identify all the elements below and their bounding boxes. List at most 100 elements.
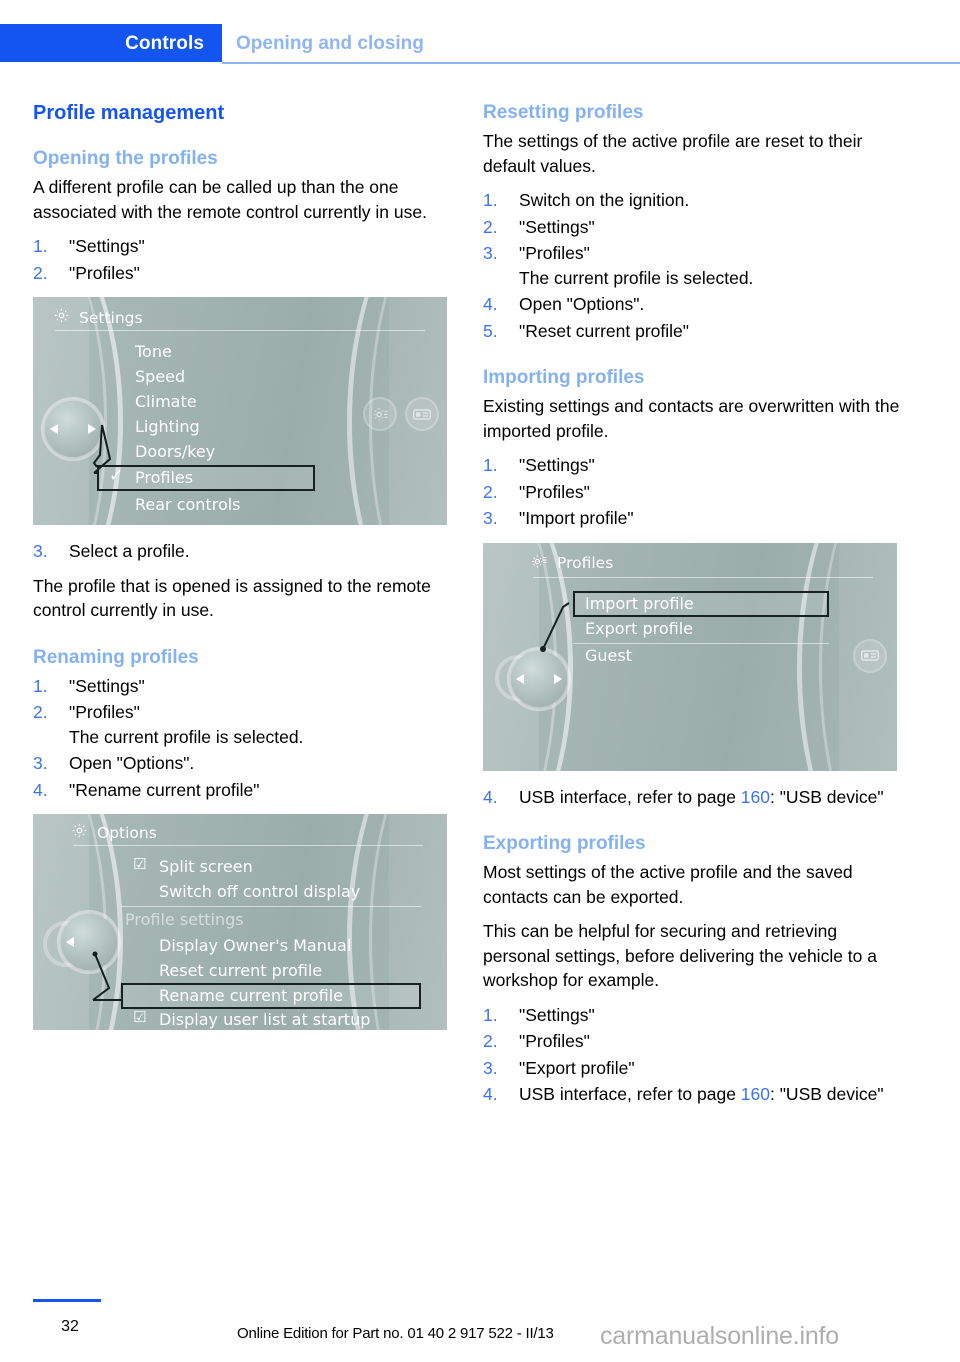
- page-header: Controls Opening and closing: [0, 24, 960, 62]
- idrive-controller-knob[interactable]: [45, 401, 101, 457]
- screen-title: Profiles: [557, 554, 614, 572]
- step-number: 3.: [33, 541, 48, 561]
- step-text: "Profiles": [69, 262, 140, 283]
- step-number: 1.: [483, 190, 498, 210]
- list-item: 2. "Profiles": [33, 261, 453, 286]
- step-text: "Settings": [519, 1004, 595, 1025]
- screen-title-divider: [533, 576, 873, 578]
- menu-item-speed[interactable]: Speed: [135, 367, 185, 386]
- step-number: 1.: [33, 675, 48, 696]
- page-reference-link[interactable]: 160: [741, 787, 770, 807]
- menu-item-doors-key[interactable]: Doors/key: [135, 442, 215, 461]
- list-item: 1. Switch on the ignition.: [483, 188, 903, 213]
- exporting-steps-list: 1. "Settings" 2. "Profiles" 3. "Export prof…: [483, 1003, 903, 1107]
- step-text-post: : "USB device": [770, 1084, 884, 1104]
- menu-item-export-profile[interactable]: Export profile: [585, 619, 693, 638]
- step-note: The current profile is selected.: [69, 726, 304, 747]
- menu-item-import-profile[interactable]: Import profile: [585, 594, 694, 613]
- gear-list-icon: [531, 553, 548, 574]
- checkbox-user-list-icon[interactable]: ☑: [133, 1008, 146, 1026]
- menu-item-switch-off-display[interactable]: Switch off control display: [159, 882, 360, 901]
- step-text: "Export profile": [519, 1057, 635, 1078]
- step-number: 3.: [483, 508, 498, 528]
- menu-item-display-owners-manual[interactable]: Display Owner's Manual: [159, 936, 351, 955]
- step-number: 1.: [483, 455, 498, 475]
- menu-item-guest[interactable]: Guest: [585, 646, 632, 665]
- menu-item-rear-controls[interactable]: Rear controls: [135, 495, 241, 514]
- step-text: USB interface, refer to page 160: "USB d…: [519, 1084, 884, 1104]
- screen-title-row: Options: [71, 822, 157, 843]
- figure-settings-screen: Settings Tone Speed Climate Lighting Doo…: [33, 297, 447, 525]
- step-note: The current profile is selected.: [519, 267, 754, 288]
- idrive-controller-knob[interactable]: [511, 650, 567, 707]
- menu-item-climate[interactable]: Climate: [135, 392, 197, 411]
- resetting-steps-list: 1. Switch on the ignition. 2. "Settings" 3…: [483, 188, 903, 343]
- opening-after-text: The profile that is opened is assigned t…: [33, 575, 431, 621]
- step-number: 3.: [483, 243, 498, 263]
- list-item: 1. "Settings": [33, 234, 453, 259]
- screen-title: Settings: [79, 308, 143, 327]
- step-number: 3.: [483, 1057, 498, 1078]
- page-reference-link[interactable]: 160: [741, 1084, 770, 1104]
- step-number: 3.: [33, 753, 48, 773]
- step-number: 4.: [33, 779, 48, 800]
- menu-item-display-user-list[interactable]: Display user list at startup: [159, 1010, 370, 1029]
- menu-item-rename-current-profile[interactable]: Rename current profile: [159, 986, 343, 1005]
- list-item: 2. "Profiles": [483, 480, 903, 505]
- step-text: Open "Options".: [69, 753, 195, 773]
- step-text: Switch on the ignition.: [519, 190, 690, 210]
- step-text: Select a profile.: [69, 541, 190, 561]
- list-item: 4. "Rename current profile": [33, 778, 453, 803]
- arrow-left-icon: [50, 424, 58, 434]
- step-text: "Rename current profile": [69, 779, 260, 800]
- screen-title: Options: [97, 823, 157, 842]
- idrive-controller-knob[interactable]: [61, 914, 117, 970]
- list-item: 3. Open "Options".: [33, 751, 453, 776]
- menu-item-reset-current-profile[interactable]: Reset current profile: [159, 961, 322, 980]
- step-text: "Import profile": [519, 508, 634, 528]
- right-column: Resetting profiles The settings of the a…: [483, 100, 903, 1117]
- list-item: 2. "Settings": [483, 215, 903, 240]
- step-number: 4.: [483, 294, 498, 314]
- menu-item-profiles[interactable]: Profiles: [135, 468, 193, 487]
- menu-item-tone[interactable]: Tone: [135, 342, 172, 361]
- page-title: Profile management: [33, 102, 225, 124]
- screen-title-row: Profiles: [531, 553, 613, 574]
- menu-item-split-screen[interactable]: Split screen: [159, 857, 253, 876]
- section-label: Opening and closing: [236, 33, 424, 54]
- screen-title-divider: [73, 845, 423, 846]
- site-watermark: carmanualsonline.info: [600, 1322, 840, 1350]
- step-text: "Reset current profile": [519, 320, 689, 341]
- step-number: 4.: [483, 786, 498, 807]
- list-item: 1. "Settings": [483, 1003, 903, 1028]
- renaming-steps-list: 1. "Settings" 2. "Profiles" The current pr…: [33, 674, 453, 803]
- step-number: 2.: [33, 262, 48, 283]
- page-number: 32: [61, 1318, 79, 1335]
- footer-divider: [33, 1299, 101, 1302]
- step-text: "Profiles": [519, 243, 590, 263]
- importing-intro: Existing settings and contacts are overw…: [483, 396, 900, 441]
- arrow-right-icon: [554, 673, 562, 684]
- list-item: 1. "Settings": [33, 674, 453, 699]
- heading-resetting-profiles: Resetting profiles: [483, 102, 644, 123]
- selection-highlight-profiles[interactable]: [97, 465, 315, 491]
- menu-item-lighting[interactable]: Lighting: [135, 417, 200, 436]
- checkbox-split-screen-icon[interactable]: ☑: [133, 855, 146, 873]
- step-number: 2.: [483, 481, 498, 502]
- arrow-right-icon: [88, 424, 96, 434]
- display-bezel-icon[interactable]: [853, 638, 887, 673]
- arrow-left-icon: [66, 937, 74, 947]
- exporting-intro: Most settings of the active profile and …: [483, 862, 853, 907]
- group-divider: [121, 906, 421, 907]
- edition-notice: Online Edition for Part no. 01 40 2 917 …: [237, 1325, 554, 1342]
- heading-renaming-profiles: Renaming profiles: [33, 646, 199, 668]
- display-bezel-icon[interactable]: [405, 397, 439, 431]
- step-text: "Profiles": [519, 481, 590, 502]
- gear-icon: [71, 822, 88, 843]
- arrow-left-icon: [516, 673, 524, 684]
- settings-bezel-icon[interactable]: [363, 397, 397, 431]
- step-number: 1.: [483, 1004, 498, 1025]
- list-item: 2. "Profiles": [483, 1029, 903, 1054]
- manual-page: Controls Opening and closing Profile man…: [0, 0, 960, 1362]
- list-item: 4. Open "Options".: [483, 292, 903, 317]
